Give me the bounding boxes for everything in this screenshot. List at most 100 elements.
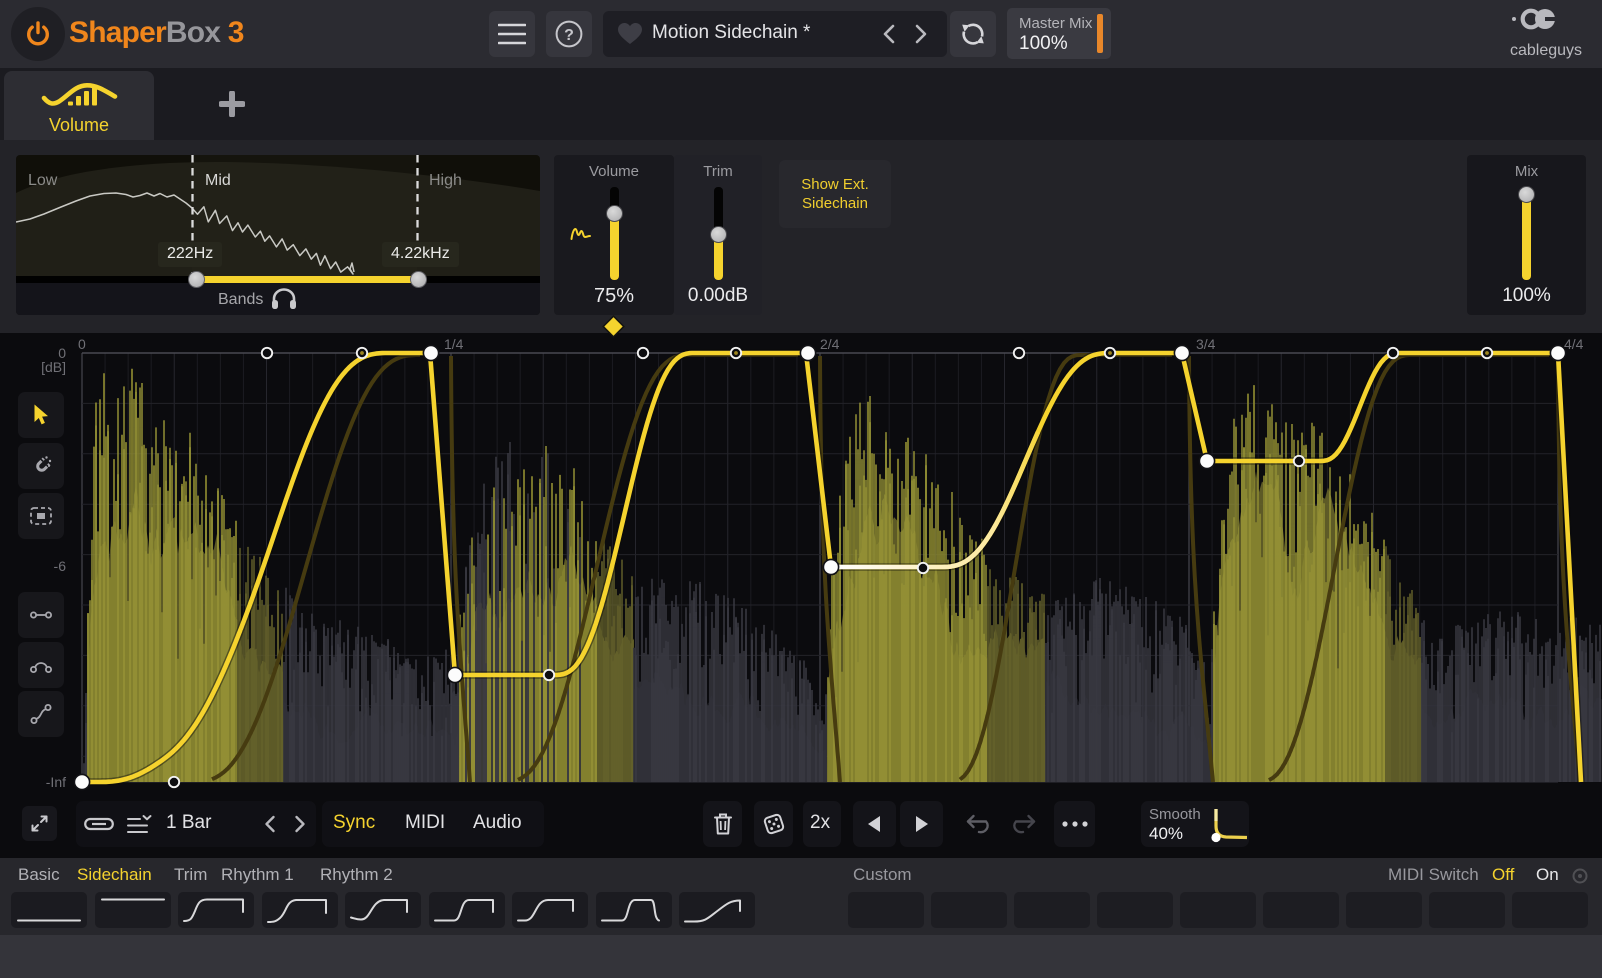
volume-slider-track[interactable] [610, 187, 619, 280]
band-label-high[interactable]: High [429, 172, 462, 190]
mix-slider-knob[interactable] [1518, 186, 1535, 203]
wave-shape-flat-high[interactable] [95, 892, 171, 928]
tool-marquee[interactable] [18, 493, 64, 539]
wave-shape-flat-low[interactable] [11, 892, 87, 928]
shift-left-button[interactable] [853, 801, 896, 847]
custom-slot-4[interactable] [1097, 892, 1173, 928]
custom-slot-6[interactable] [1263, 892, 1339, 928]
tool-magnet[interactable] [18, 443, 64, 489]
more-options-button[interactable] [1054, 801, 1095, 847]
wave-editor[interactable]: 0 1/4 2/4 3/4 4/4 0 [dB] -6 -Inf [0, 333, 1602, 795]
trim-panel[interactable]: Trim 0.00dB [674, 155, 762, 315]
custom-slot-8[interactable] [1429, 892, 1505, 928]
lfo-canvas[interactable] [0, 333, 1602, 795]
volume-slider-knob[interactable] [606, 205, 623, 222]
mix-slider-track[interactable] [1522, 187, 1531, 280]
smooth-control[interactable]: Smooth 40% [1141, 801, 1249, 847]
curve-point-ring[interactable] [169, 777, 179, 787]
ab-compare-button[interactable] [950, 11, 996, 57]
curve-point-ring[interactable] [544, 670, 554, 680]
length-prev-icon[interactable] [264, 814, 276, 834]
custom-slot-7[interactable] [1346, 892, 1422, 928]
curve-point-main[interactable] [423, 345, 438, 360]
crossover1-handle[interactable] [188, 271, 205, 288]
curve-point-ring[interactable] [918, 563, 928, 573]
volume-panel[interactable]: Volume 75% [554, 155, 674, 315]
curve-point-main[interactable] [1174, 345, 1189, 360]
wave-category-trim[interactable]: Trim [174, 865, 207, 885]
wave-shape-dip-rise-hold-tail[interactable] [345, 892, 421, 928]
show-ext-sidechain-button[interactable]: Show Ext. Sidechain [779, 160, 891, 228]
band-label-mid[interactable]: Mid [205, 172, 231, 190]
custom-slot-1[interactable] [848, 892, 924, 928]
wave-shape-curve-rise-hold-tail[interactable] [512, 892, 588, 928]
shift-right-button[interactable] [900, 801, 943, 847]
length-list-icon[interactable] [127, 813, 153, 835]
midi-learn-icon[interactable] [1570, 866, 1590, 886]
delete-button[interactable] [703, 801, 742, 847]
headphones-icon[interactable] [271, 287, 297, 311]
add-shaper-button[interactable] [212, 84, 252, 124]
cableguys-logo[interactable]: cableguys [1498, 4, 1598, 64]
mode-sync[interactable]: Sync [333, 812, 375, 834]
undo-button[interactable] [957, 801, 998, 847]
tool-line[interactable] [18, 592, 64, 638]
mix-panel[interactable]: Mix 100% [1467, 155, 1586, 315]
custom-slot-3[interactable] [1014, 892, 1090, 928]
help-button[interactable]: ? [546, 11, 592, 57]
curve-point-main[interactable] [74, 774, 89, 789]
double-button[interactable]: 2x [803, 801, 841, 847]
wave-shape-s-rise-hold-tail[interactable] [262, 892, 338, 928]
curve-point-main[interactable] [800, 345, 815, 360]
length-next-icon[interactable] [294, 814, 306, 834]
crossover1-value[interactable]: 222Hz [158, 242, 222, 267]
length-value[interactable]: 1 Bar [166, 812, 211, 834]
custom-slot-5[interactable] [1180, 892, 1256, 928]
curve-point-main[interactable] [1199, 453, 1214, 468]
curve-point-main[interactable] [447, 667, 462, 682]
expand-button[interactable] [22, 806, 57, 841]
wave-shape-slow-s-rise[interactable] [679, 892, 755, 928]
wave-shape-rise-hold-tail[interactable] [178, 892, 254, 928]
band-slider-range[interactable] [197, 276, 418, 283]
wave-shape-late-rise-drop[interactable] [596, 892, 672, 928]
curve-point-ring[interactable] [1294, 456, 1304, 466]
curve-point-ring[interactable] [1388, 348, 1398, 358]
midi-switch-off[interactable]: Off [1492, 865, 1514, 885]
randomize-button[interactable] [754, 801, 793, 847]
wave-category-rhythm-1[interactable]: Rhythm 1 [221, 865, 294, 885]
wave-category-basic[interactable]: Basic [18, 865, 60, 885]
custom-slot-9[interactable] [1512, 892, 1588, 928]
tool-arc[interactable] [18, 642, 64, 688]
redo-button[interactable] [1003, 801, 1044, 847]
wave-category-rhythm-2[interactable]: Rhythm 2 [320, 865, 393, 885]
preset-next-icon[interactable] [914, 22, 928, 46]
custom-slot-2[interactable] [931, 892, 1007, 928]
mode-midi[interactable]: MIDI [405, 812, 445, 834]
band-display[interactable]: Low Mid High 222Hz 4.22kHz Bands [16, 155, 540, 315]
curve-point-ring[interactable] [1014, 348, 1024, 358]
wave-shape-late-rise-hold-tail[interactable] [429, 892, 505, 928]
link-icon[interactable] [84, 815, 114, 833]
master-mix-slider[interactable] [1097, 14, 1103, 53]
curve-point-ring[interactable] [638, 348, 648, 358]
crossover2-handle[interactable] [410, 271, 427, 288]
tool-cursor[interactable] [18, 392, 64, 438]
curve-point-main[interactable] [823, 559, 838, 574]
master-mix-control[interactable]: Master Mix 100% [1007, 8, 1111, 59]
menu-button[interactable] [489, 11, 535, 57]
mode-audio[interactable]: Audio [473, 812, 522, 834]
curve-point-ring[interactable] [262, 348, 272, 358]
tool-scurve[interactable] [18, 691, 64, 737]
power-button[interactable] [11, 7, 65, 61]
tab-volume[interactable]: Volume [4, 71, 154, 140]
midi-switch-on[interactable]: On [1536, 865, 1559, 885]
trim-slider-track[interactable] [714, 187, 723, 280]
favorite-heart-icon[interactable] [617, 22, 643, 46]
preset-prev-icon[interactable] [882, 22, 896, 46]
wave-category-sidechain[interactable]: Sidechain [77, 865, 152, 885]
preset-selector[interactable]: Motion Sidechain * [603, 11, 947, 57]
crossover2-value[interactable]: 4.22kHz [382, 242, 459, 267]
band-label-low[interactable]: Low [28, 172, 57, 190]
trim-slider-knob[interactable] [710, 226, 727, 243]
